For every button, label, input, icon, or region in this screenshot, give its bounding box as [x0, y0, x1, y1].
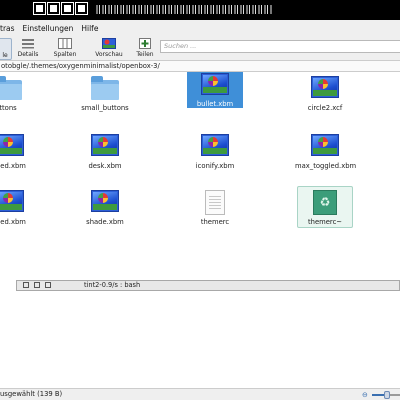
split-view-label: Teilen: [136, 51, 154, 58]
file-name: small_buttons: [81, 104, 129, 112]
menu-help[interactable]: Hilfe: [81, 24, 98, 33]
image-file-icon: [91, 134, 119, 160]
file-view[interactable]: ttons small_buttons bullet.xbm circle2.x…: [0, 72, 400, 388]
recycle-icon: ♻: [311, 190, 339, 216]
titlebar-glyphs: [33, 2, 92, 16]
zoom-out-icon[interactable]: ⊖: [362, 391, 368, 399]
image-file-icon: [311, 134, 339, 160]
location-bar[interactable]: otobgle/.themes/oxygenminimalist/openbox…: [0, 60, 400, 72]
split-view-icon: [139, 38, 151, 49]
image-file-icon: [0, 190, 24, 216]
file-item[interactable]: themerc: [185, 190, 245, 226]
terminal-panel-bar[interactable]: tint2-0.9/s : bash: [16, 280, 400, 291]
terminal-icons: [23, 282, 61, 290]
icons-view-label: le: [2, 52, 8, 59]
file-item[interactable]: bullet.xbm: [185, 72, 245, 108]
image-file-icon: [311, 76, 339, 102]
file-name: ttons: [0, 104, 17, 112]
file-item[interactable]: ttons: [0, 76, 38, 112]
titlebar-pattern: [96, 5, 272, 14]
file-name: bullet.xbm: [187, 100, 243, 108]
file-name: themerc: [200, 218, 230, 226]
file-item[interactable]: max_toggled.xbm: [295, 134, 357, 170]
menu-extras[interactable]: tras: [0, 24, 15, 33]
status-bar: usgewählt (139 B) ⊖: [0, 388, 400, 400]
image-file-icon: [91, 190, 119, 216]
file-item[interactable]: small_buttons: [75, 76, 135, 112]
menu-settings[interactable]: Einstellungen: [23, 24, 74, 33]
details-view-button[interactable]: Details: [14, 38, 42, 60]
image-file-icon: [201, 73, 229, 99]
text-file-icon: [201, 190, 229, 216]
preview-button[interactable]: Vorschau: [92, 38, 126, 60]
file-item[interactable]: gled.xbm: [0, 134, 40, 170]
status-text: usgewählt (139 B): [0, 390, 63, 398]
folder-icon: [91, 76, 119, 102]
file-name: gled.xbm: [0, 162, 26, 170]
file-name: desk.xbm: [88, 162, 122, 170]
zoom-handle[interactable]: [384, 391, 391, 399]
file-item[interactable]: ♻ themerc~: [295, 190, 355, 226]
file-name: max_toggled.xbm: [295, 162, 357, 170]
file-name: shade.xbm: [86, 218, 124, 226]
window-titlebar[interactable]: [0, 0, 400, 20]
preview-label: Vorschau: [95, 51, 123, 58]
preview-icon: [102, 38, 116, 49]
folder-icon: [0, 76, 22, 102]
file-item[interactable]: shade.xbm: [75, 190, 135, 226]
split-view-button[interactable]: Teilen: [134, 38, 156, 60]
zoom-slider[interactable]: ⊖: [362, 391, 400, 399]
file-name: gled.xbm: [0, 218, 26, 226]
icons-view-icon: [0, 39, 13, 50]
details-view-icon: [22, 39, 34, 49]
terminal-title: tint2-0.9/s : bash: [84, 281, 141, 289]
menubar: tras Einstellungen Hilfe: [0, 20, 400, 36]
search-input[interactable]: Suchen ...: [160, 40, 400, 53]
file-item[interactable]: iconify.xbm: [185, 134, 245, 170]
file-item[interactable]: desk.xbm: [75, 134, 135, 170]
file-name: iconify.xbm: [195, 162, 235, 170]
file-name: circle2.xcf: [307, 104, 343, 112]
file-name: themerc~: [307, 218, 343, 226]
columns-view-label: Spalten: [53, 51, 77, 58]
file-item[interactable]: circle2.xcf: [295, 76, 355, 112]
icons-view-button[interactable]: le: [0, 38, 12, 60]
details-view-label: Details: [17, 51, 39, 58]
image-file-icon: [0, 134, 24, 160]
columns-view-button[interactable]: Spalten: [50, 38, 80, 60]
file-item[interactable]: gled.xbm: [0, 190, 40, 226]
image-file-icon: [201, 134, 229, 160]
columns-view-icon: [58, 38, 72, 49]
